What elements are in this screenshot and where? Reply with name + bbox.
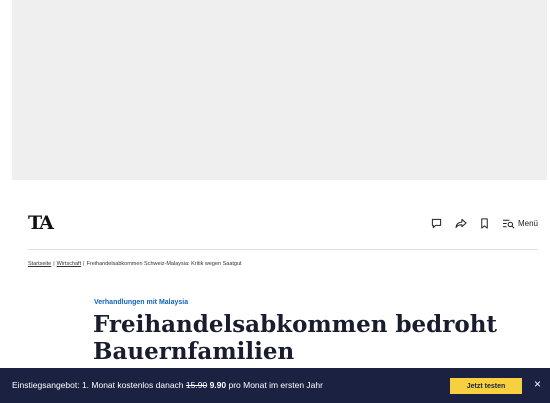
breadcrumb-current: Freihandelsabkommen Schweiz-Malaysia: Kr… (86, 261, 242, 267)
menu-label: Menü (517, 218, 538, 228)
share-button[interactable] (455, 218, 467, 229)
promo-text: Einstiegsangebot: 1. Monat kostenlos dan… (12, 380, 323, 390)
bookmark-button[interactable] (480, 217, 489, 229)
ad-placeholder (12, 0, 547, 180)
old-price: 15.90 (185, 380, 208, 390)
breadcrumb: Startseite | Wirtschaft | Freihandelsabkomme… (28, 261, 538, 267)
site-header: TA Menü (28, 208, 538, 238)
try-now-button[interactable]: Jetzt testen (450, 378, 522, 394)
article-kicker: Verhandlungen mit Malaysia (94, 299, 189, 306)
page: TA Menü Startseite | Wirtschaft | Freiha… (0, 0, 550, 403)
new-price: 9.90 (209, 380, 227, 390)
header-divider (28, 249, 538, 250)
promo-text-before: Einstiegsangebot: 1. Monat kostenlos dan… (12, 380, 186, 390)
share-icon (455, 218, 467, 228)
promo-text-after: pro Monat im ersten Jahr (226, 380, 323, 390)
logo[interactable]: TA (28, 212, 54, 234)
close-icon[interactable]: × (534, 377, 541, 391)
menu-search-icon (502, 219, 515, 228)
comment-button[interactable] (431, 218, 442, 229)
breadcrumb-home[interactable]: Startseite (28, 261, 51, 267)
breadcrumb-separator: | (53, 261, 55, 267)
menu-button[interactable]: Menü (502, 218, 538, 229)
breadcrumb-section[interactable]: Wirtschaft (57, 261, 81, 267)
bookmark-icon (481, 217, 488, 229)
promo-banner: Einstiegsangebot: 1. Monat kostenlos dan… (0, 368, 550, 403)
comment-icon (431, 218, 442, 228)
header-actions: Menü (431, 214, 538, 232)
article-headline: Freihandelsabkommen bedroht Bauernfamili… (93, 311, 498, 365)
breadcrumb-separator: | (83, 261, 85, 267)
